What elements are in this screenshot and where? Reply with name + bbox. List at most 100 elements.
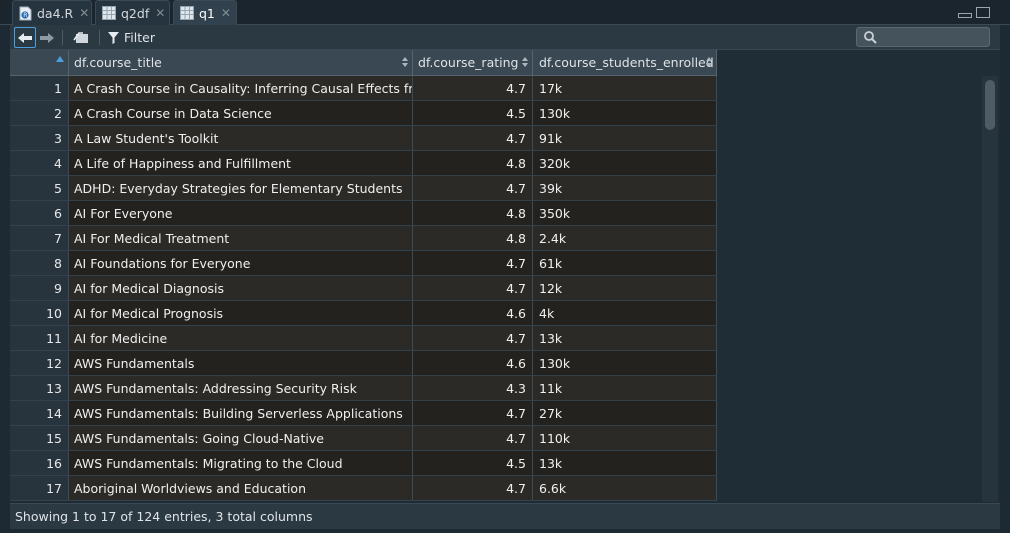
column-header-course-title[interactable]: df.course_title xyxy=(69,50,413,75)
table-row[interactable]: 6 AI For Everyone 4.8 350k xyxy=(10,201,717,226)
cell-course-rating: 4.8 xyxy=(413,151,533,175)
cell-course-title: A Law Student's Toolkit xyxy=(69,126,413,150)
cell-students-enrolled: 27k xyxy=(533,401,717,425)
table-row[interactable]: 8 AI Foundations for Everyone 4.7 61k xyxy=(10,251,717,276)
cell-course-rating: 4.7 xyxy=(413,126,533,150)
cell-course-rating: 4.8 xyxy=(413,201,533,225)
table-row[interactable]: 10 AI for Medical Prognosis 4.6 4k xyxy=(10,301,717,326)
column-header-label: df.course_title xyxy=(74,55,162,70)
cell-students-enrolled: 4k xyxy=(533,301,717,325)
table-icon xyxy=(102,6,116,21)
cell-students-enrolled: 320k xyxy=(533,151,717,175)
cell-course-rating: 4.7 xyxy=(413,326,533,350)
row-number: 2 xyxy=(10,101,69,125)
table-row[interactable]: 14 AWS Fundamentals: Building Serverless … xyxy=(10,401,717,426)
row-number: 5 xyxy=(10,176,69,200)
cell-students-enrolled: 17k xyxy=(533,76,717,100)
vertical-scrollbar[interactable] xyxy=(982,76,998,502)
table-row[interactable]: 15 AWS Fundamentals: Going Cloud-Native 4.… xyxy=(10,426,717,451)
row-number: 14 xyxy=(10,401,69,425)
table-row[interactable]: 7 AI For Medical Treatment 4.8 2.4k xyxy=(10,226,717,251)
table-row[interactable]: 12 AWS Fundamentals 4.6 130k xyxy=(10,351,717,376)
close-icon[interactable]: ✕ xyxy=(155,6,165,20)
cell-course-rating: 4.3 xyxy=(413,376,533,400)
entries-status-text: Showing 1 to 17 of 124 entries, 3 total … xyxy=(15,509,313,524)
table-row[interactable]: 1A Crash Course in Causality: Inferring … xyxy=(10,76,717,101)
toolbar-divider xyxy=(99,30,100,45)
popout-icon xyxy=(73,32,88,43)
row-number: 7 xyxy=(10,226,69,250)
cell-course-rating: 4.7 xyxy=(413,251,533,275)
forward-button[interactable] xyxy=(37,27,57,48)
row-number: 1 xyxy=(10,76,69,100)
cell-students-enrolled: 13k xyxy=(533,451,717,475)
close-icon[interactable]: ✕ xyxy=(79,6,89,20)
cell-course-title: AWS Fundamentals: Building Serverless Ap… xyxy=(69,401,413,425)
popout-button[interactable] xyxy=(70,27,92,48)
arrow-right-icon xyxy=(40,32,54,43)
status-footer: Showing 1 to 17 of 124 entries, 3 total … xyxy=(10,503,1000,529)
row-number: 9 xyxy=(10,276,69,300)
r-file-icon: R xyxy=(19,6,32,21)
search-input[interactable] xyxy=(856,27,990,47)
cell-course-title: AI For Medical Treatment xyxy=(69,226,413,250)
table-row[interactable]: 11 AI for Medicine 4.7 13k xyxy=(10,326,717,351)
tab-label: da4.R xyxy=(37,5,74,21)
table-row[interactable]: 4A Life of Happiness and Fulfillment 4.8 3… xyxy=(10,151,717,176)
cell-students-enrolled: 6.6k xyxy=(533,476,717,500)
cell-course-title: AI For Everyone xyxy=(69,201,413,225)
cell-course-title: ADHD: Everyday Strategies for Elementary… xyxy=(69,176,413,200)
cell-course-rating: 4.7 xyxy=(413,76,533,100)
column-header-label: df.course_rating xyxy=(418,55,519,70)
data-table: df.course_title df.course_rating df.cour… xyxy=(10,50,717,501)
cell-students-enrolled: 11k xyxy=(533,376,717,400)
column-header-course-rating[interactable]: df.course_rating xyxy=(413,50,533,75)
sort-icon xyxy=(522,57,528,67)
row-number: 13 xyxy=(10,376,69,400)
cell-course-title: Aboriginal Worldviews and Education xyxy=(69,476,413,500)
table-row[interactable]: 13 AWS Fundamentals: Addressing Security … xyxy=(10,376,717,401)
column-header-label: df.course_students_enrolled xyxy=(539,55,714,70)
table-icon xyxy=(180,6,194,21)
tab-q2df[interactable]: q2df ✕ xyxy=(95,0,170,25)
table-row[interactable]: 17 Aboriginal Worldviews and Education 4.7… xyxy=(10,476,717,501)
row-number: 6 xyxy=(10,201,69,225)
back-button[interactable] xyxy=(14,27,36,48)
cell-course-rating: 4.7 xyxy=(413,276,533,300)
row-number-header[interactable] xyxy=(10,50,69,75)
cell-students-enrolled: 2.4k xyxy=(533,226,717,250)
cell-course-rating: 4.6 xyxy=(413,351,533,375)
table-row[interactable]: 5 ADHD: Everyday Strategies for Elementar… xyxy=(10,176,717,201)
cell-course-title: A Crash Course in Data Science xyxy=(69,101,413,125)
row-number: 4 xyxy=(10,151,69,175)
sort-icon xyxy=(706,57,712,67)
tab-da4-r[interactable]: R da4.R ✕ xyxy=(12,0,92,25)
cell-course-title: AI for Medical Prognosis xyxy=(69,301,413,325)
tab-q1[interactable]: q1 ✕ xyxy=(173,0,237,25)
filter-button[interactable]: Filter xyxy=(108,27,160,48)
cell-course-title: A Life of Happiness and Fulfillment xyxy=(69,151,413,175)
table-row[interactable]: 3A Law Student's Toolkit 4.7 91k xyxy=(10,126,717,151)
row-number: 10 xyxy=(10,301,69,325)
minimize-icon[interactable] xyxy=(958,13,972,18)
cell-course-title: AI for Medical Diagnosis xyxy=(69,276,413,300)
row-number: 16 xyxy=(10,451,69,475)
cell-students-enrolled: 110k xyxy=(533,426,717,450)
cell-course-rating: 4.7 xyxy=(413,176,533,200)
filter-icon xyxy=(108,31,119,44)
cell-course-title: AWS Fundamentals: Migrating to the Cloud xyxy=(69,451,413,475)
cell-students-enrolled: 130k xyxy=(533,351,717,375)
cell-course-title: AWS Fundamentals xyxy=(69,351,413,375)
editor-tab-bar: R da4.R ✕ q2df ✕ q1 ✕ xyxy=(0,0,1010,25)
table-row[interactable]: 9 AI for Medical Diagnosis 4.7 12k xyxy=(10,276,717,301)
filter-label: Filter xyxy=(124,30,155,45)
sort-icon xyxy=(402,57,408,67)
maximize-icon[interactable] xyxy=(976,7,990,18)
table-row[interactable]: 16 AWS Fundamentals: Migrating to the Clo… xyxy=(10,451,717,476)
pane-window-controls xyxy=(958,7,990,18)
column-header-course-students-enrolled[interactable]: df.course_students_enrolled xyxy=(533,50,717,75)
close-icon[interactable]: ✕ xyxy=(221,6,231,20)
table-row[interactable]: 2A Crash Course in Data Science 4.5 130k xyxy=(10,101,717,126)
scrollbar-thumb[interactable] xyxy=(985,80,995,130)
cell-students-enrolled: 39k xyxy=(533,176,717,200)
